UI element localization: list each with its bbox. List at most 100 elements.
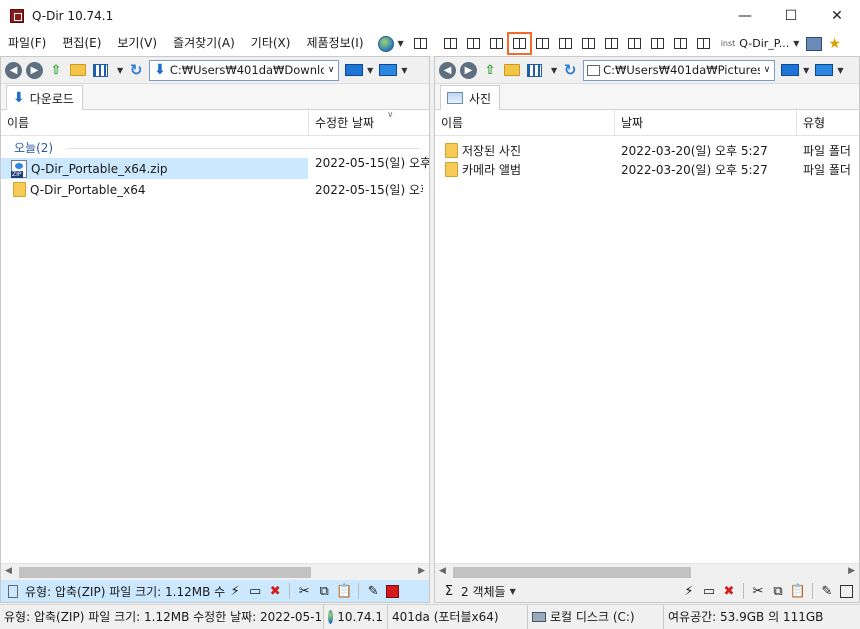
- chevron-down-icon[interactable]: ▼: [510, 587, 516, 596]
- maximize-button[interactable]: ☐: [768, 0, 814, 31]
- desktop-icon[interactable]: [379, 64, 398, 76]
- view-icon[interactable]: [525, 61, 543, 79]
- monitor-icon[interactable]: [345, 64, 364, 76]
- file-date: 2022-05-15(일) 오후: [315, 183, 423, 197]
- layout-3-icon[interactable]: [466, 38, 480, 49]
- select-icon[interactable]: [386, 584, 400, 598]
- menu-edit[interactable]: 편집(E): [54, 31, 109, 56]
- star-icon[interactable]: ★: [828, 37, 844, 51]
- address-bar[interactable]: C:₩Users₩401da₩Pictures₩ ∨: [583, 59, 776, 81]
- rename-icon[interactable]: ▭: [702, 584, 716, 599]
- lightning-icon[interactable]: ⚡: [228, 584, 242, 599]
- window-controls: — ☐ ✕: [722, 0, 860, 31]
- scroll-thumb[interactable]: [19, 567, 311, 578]
- minimize-button[interactable]: —: [722, 0, 768, 31]
- column-modified[interactable]: 수정한 날짜: [309, 110, 429, 136]
- file-icon: [8, 584, 18, 598]
- select-icon[interactable]: [840, 584, 853, 598]
- scroll-right-icon[interactable]: ▶: [848, 566, 855, 576]
- layout-10-icon[interactable]: [627, 38, 641, 49]
- file-date: 2022-05-15(일) 오후: [315, 156, 429, 170]
- address-bar[interactable]: ⬇ C:₩Users₩401da₩Downloads ∨: [149, 59, 340, 81]
- file-row[interactable]: Q-Dir_Portable_x64.zip: [1, 158, 308, 179]
- back-button[interactable]: ◀: [5, 61, 22, 79]
- chevron-down-icon[interactable]: ▼: [837, 66, 843, 75]
- back-button[interactable]: ◀: [439, 61, 456, 79]
- copy-icon[interactable]: ⧉: [317, 584, 331, 599]
- edit-icon[interactable]: ✎: [820, 584, 834, 599]
- column-type[interactable]: 유형: [797, 110, 859, 136]
- chevron-down-icon[interactable]: ▼: [398, 39, 404, 48]
- zip-icon: [11, 159, 27, 178]
- new-folder-icon[interactable]: [69, 61, 87, 79]
- tab-pictures[interactable]: 사진: [440, 85, 501, 110]
- column-date[interactable]: 날짜: [615, 109, 797, 136]
- paste-icon[interactable]: 📋: [790, 584, 806, 599]
- delete-icon[interactable]: ✖: [722, 584, 736, 599]
- globe-icon[interactable]: [377, 35, 394, 52]
- chevron-down-icon[interactable]: ∨: [324, 65, 338, 75]
- scroll-thumb[interactable]: [453, 567, 691, 578]
- menu-extras[interactable]: 기타(X): [243, 31, 299, 56]
- column-name[interactable]: 이름: [1, 109, 309, 136]
- delete-icon[interactable]: ✖: [268, 584, 282, 599]
- up-folder-icon[interactable]: ⇧: [47, 61, 65, 79]
- close-button[interactable]: ✕: [814, 0, 860, 31]
- layout-7-icon[interactable]: [558, 38, 572, 49]
- copy-icon[interactable]: ⧉: [771, 584, 785, 599]
- layout-13-icon[interactable]: [696, 38, 710, 49]
- chevron-down-icon[interactable]: ▼: [803, 66, 809, 75]
- chevron-down-icon[interactable]: ▼: [401, 66, 407, 75]
- up-folder-icon[interactable]: ⇧: [481, 61, 499, 79]
- horizontal-scrollbar[interactable]: ◀ ▶: [1, 563, 429, 580]
- chevron-down-icon[interactable]: ▼: [367, 66, 373, 75]
- forward-button[interactable]: ▶: [26, 61, 43, 79]
- disk-icon: [532, 612, 546, 622]
- rename-icon[interactable]: ▭: [248, 584, 262, 599]
- lightning-icon[interactable]: ⚡: [682, 584, 696, 599]
- scroll-left-icon[interactable]: ◀: [5, 566, 12, 576]
- file-date: 2022-03-20(일) 오후 5:27: [621, 163, 768, 177]
- layout-4-icon[interactable]: [489, 38, 503, 49]
- horizontal-scrollbar[interactable]: ◀ ▶: [435, 563, 859, 580]
- menu-info[interactable]: 제품정보(I): [298, 31, 371, 56]
- scroll-right-icon[interactable]: ▶: [418, 566, 425, 576]
- refresh-icon[interactable]: ↻: [127, 61, 145, 79]
- column-name[interactable]: 이름: [435, 109, 615, 136]
- layout-1-icon[interactable]: [413, 38, 427, 49]
- left-status-text: 유형: 압축(ZIP) 파일 크기: 1.12MB 수: [25, 584, 226, 599]
- scroll-left-icon[interactable]: ◀: [439, 566, 446, 576]
- chevron-down-icon[interactable]: ▼: [551, 66, 557, 75]
- right-column-header: 이름 날짜 유형: [435, 109, 859, 136]
- desktop-icon[interactable]: [815, 64, 834, 76]
- cut-icon[interactable]: ✂: [297, 584, 311, 599]
- file-row[interactable]: 카메라 앨범 2022-03-20(일) 오후 5:27 파일 폴더: [435, 160, 859, 179]
- refresh-icon[interactable]: ↻: [561, 61, 579, 79]
- file-row[interactable]: Q-Dir_Portable_x64 2022-05-15(일) 오후: [1, 179, 429, 200]
- file-type: 파일 폴더: [803, 144, 851, 158]
- favorites-dropdown[interactable]: inst Q-Dir_P... ▼: [721, 37, 804, 50]
- layout-6-icon[interactable]: [535, 38, 549, 49]
- file-row[interactable]: 저장된 사진 2022-03-20(일) 오후 5:27 파일 폴더: [435, 141, 859, 160]
- inst-label: inst: [720, 39, 736, 48]
- menu-view[interactable]: 보기(V): [109, 31, 165, 56]
- chevron-down-icon[interactable]: ▼: [117, 66, 123, 75]
- edit-icon[interactable]: ✎: [366, 584, 380, 599]
- paste-icon[interactable]: 📋: [336, 584, 352, 599]
- menu-file[interactable]: 파일(F): [0, 31, 54, 56]
- new-folder-icon[interactable]: [503, 61, 521, 79]
- layout-11-icon[interactable]: [650, 38, 664, 49]
- tab-downloads[interactable]: ⬇ 다운로드: [6, 85, 83, 110]
- chevron-down-icon[interactable]: ∨: [760, 65, 775, 75]
- layout-2-icon[interactable]: [443, 38, 457, 49]
- layout-12-icon[interactable]: [673, 38, 687, 49]
- monitor-icon[interactable]: [781, 64, 800, 76]
- layout-8-icon[interactable]: [581, 38, 595, 49]
- view-icon[interactable]: [91, 61, 109, 79]
- cut-icon[interactable]: ✂: [751, 584, 765, 599]
- layout-9-icon[interactable]: [604, 38, 618, 49]
- printer-icon[interactable]: [806, 36, 823, 51]
- forward-button[interactable]: ▶: [460, 61, 477, 79]
- menu-favorites[interactable]: 즐겨찾기(A): [165, 31, 243, 56]
- layout-5-icon[interactable]: [506, 32, 532, 55]
